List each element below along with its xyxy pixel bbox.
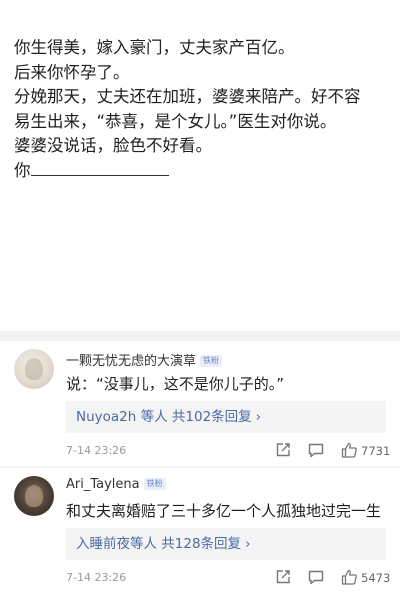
- replies-summary: 入睡前夜等人 共128条回复: [76, 536, 242, 552]
- replies-button[interactable]: Nuyoa2h 等人 共102条回复 ›: [66, 401, 386, 433]
- like-icon[interactable]: [340, 441, 358, 459]
- share-icon[interactable]: [274, 441, 292, 459]
- post-line: 你生得美，嫁入豪门，丈夫家产百亿。: [14, 38, 295, 57]
- post-line: 分娩那天，丈夫还在加班，婆婆来陪产。好不容: [14, 87, 361, 106]
- comment-item: Ari_Taylena 铁粉 和丈夫离婚赔了三十多亿一个人孤独地过完一生 入睡前夜…: [0, 468, 400, 593]
- comment-meta: 7-14 23:26 7731: [66, 441, 390, 461]
- avatar-figure: [25, 358, 43, 380]
- chevron-right-icon: ›: [245, 536, 251, 552]
- fan-badge: 铁粉: [143, 478, 166, 490]
- fan-badge: 铁粉: [200, 355, 223, 367]
- username-text[interactable]: Ari_Taylena: [66, 477, 140, 492]
- comment-icon[interactable]: [307, 568, 325, 586]
- replies-button[interactable]: 入睡前夜等人 共128条回复 ›: [66, 528, 386, 560]
- post-line: 易生出来，“恭喜，是个女儿。”医生对你说。: [14, 111, 337, 131]
- post-line-last: 你: [14, 159, 388, 184]
- comment-timestamp: 7-14 23:26: [66, 571, 127, 584]
- chevron-right-icon: ›: [255, 409, 262, 425]
- post-line: 婆婆没说话，脸色不好看。: [14, 136, 212, 155]
- comment-text: 和丈夫离婚赔了三十多亿一个人孤独地过完一生: [66, 502, 382, 520]
- replies-summary: Nuyoa2h 等人 共102条回复: [76, 409, 252, 425]
- comment-icon[interactable]: [307, 441, 325, 459]
- like-count: 5473: [361, 571, 391, 585]
- avatar[interactable]: [14, 349, 54, 389]
- post-line: 后来你怀孕了。: [14, 62, 130, 82]
- comment-text: 说：“没事儿，这不是你儿子的。”: [66, 375, 285, 393]
- comment-username[interactable]: 一颗无忧无虑的大演草 铁粉: [66, 350, 223, 369]
- share-icon[interactable]: [274, 568, 292, 586]
- comment-item: 一颗无忧无虑的大演草 铁粉 说：“没事儿，这不是你儿子的。” Nuyoa2h 等人…: [0, 341, 400, 466]
- comment-timestamp: 7-14 23:26: [66, 444, 127, 457]
- avatar[interactable]: [14, 476, 54, 516]
- fill-in-blank: [30, 160, 169, 176]
- username-text[interactable]: 一颗无忧无虑的大演草: [66, 354, 196, 369]
- like-icon[interactable]: [340, 568, 358, 586]
- comment-username[interactable]: Ari_Taylena 铁粉: [66, 477, 166, 492]
- avatar-figure: [25, 485, 43, 507]
- like-count: 7731: [361, 444, 391, 458]
- comment-meta: 7-14 23:26 5473: [66, 568, 390, 588]
- post-line-prefix: 你: [14, 160, 31, 180]
- post-body: 你生得美，嫁入豪门，丈夫家产百亿。 后来你怀孕了。 分娩那天，丈夫还在加班，婆婆…: [14, 36, 388, 183]
- post-card: 你生得美，嫁入豪门，丈夫家产百亿。 后来你怀孕了。 分娩那天，丈夫还在加班，婆婆…: [0, 0, 400, 331]
